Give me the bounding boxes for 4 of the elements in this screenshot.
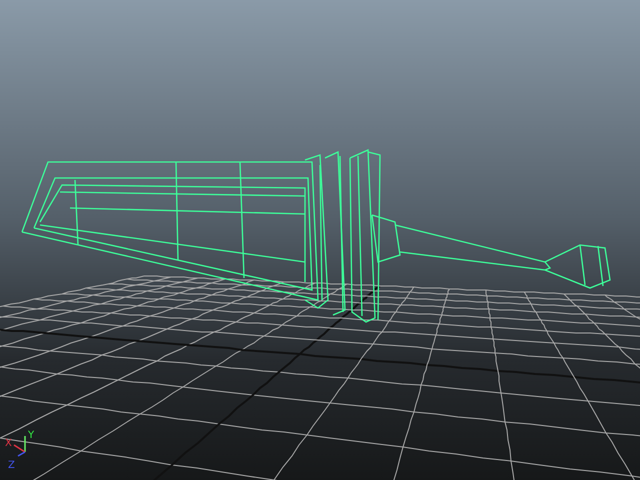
axis-label: X [5,438,12,449]
axis-label: Z [8,460,15,471]
axis-icon [14,436,26,457]
axis-label: Y [28,430,34,441]
